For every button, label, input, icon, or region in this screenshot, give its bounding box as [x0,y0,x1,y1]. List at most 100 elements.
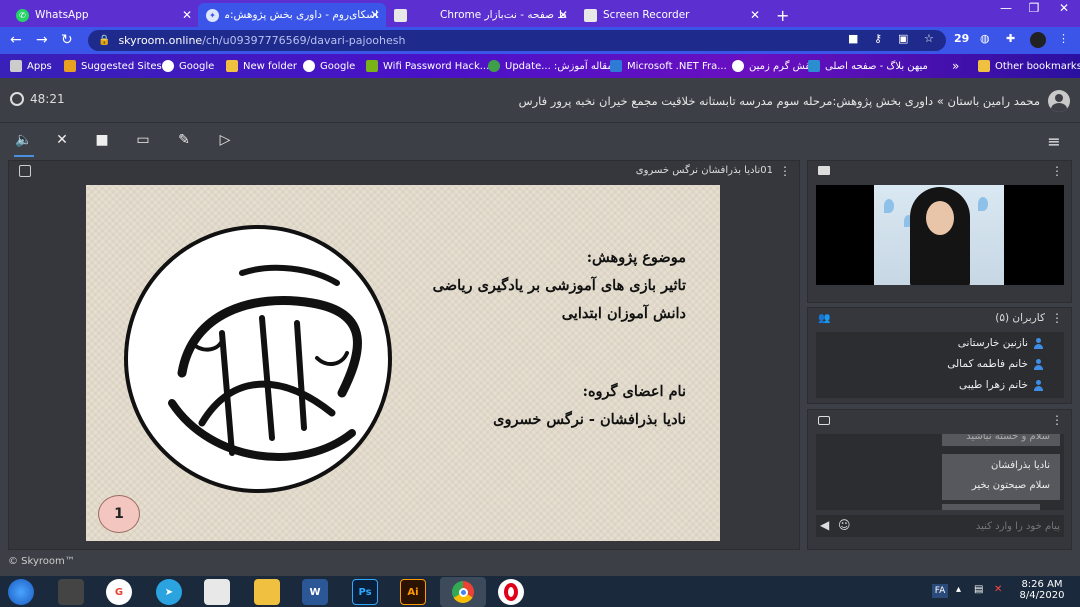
document-app-icon[interactable] [204,579,230,605]
tab-screen-recorder[interactable]: Screen Recorder ✕ [576,3,766,27]
earth-site-icon [732,60,744,72]
tab-label: Chrome ضبط صفحه - نت‌بازار [440,9,566,21]
bookmark-google[interactable]: Google [162,58,214,74]
chat-sender: نادیا بذرافشان [990,460,1050,471]
file-explorer-icon[interactable] [254,579,280,605]
calligraphy-logo [124,225,392,493]
camera-icon[interactable]: ■ [848,32,858,45]
bookmark-mihanblog[interactable]: میهن بلاگ - صفحه اصلی [808,58,928,74]
tab-screen-capture[interactable]: Chrome ضبط صفحه - نت‌بازار ✕ [432,3,574,27]
chat-text: سلام صبحتون بخیر [971,480,1050,491]
close-icon[interactable]: ✕ [370,8,380,22]
close-icon[interactable]: ✕ [558,8,568,22]
start-button[interactable] [8,579,34,605]
panel-menu-icon[interactable]: ⋮ [1051,413,1063,427]
bookmark-earth[interactable]: نقش گرم زمین [732,58,813,74]
tab-skyroom[interactable]: ✦ اسکای‌روم - داوری بخش پژوهش:مر ✕ [198,3,386,27]
slide-topic-line-1: تاثیر بازی های آموزشی بر یادگیری ریاضی [432,277,686,294]
maximize-icon[interactable]: ❐ [1020,0,1048,20]
word-icon[interactable]: W [302,579,328,605]
user-avatar-icon[interactable] [1048,90,1070,112]
back-icon[interactable]: ← [10,32,22,48]
reload-icon[interactable]: ↻ [61,32,73,48]
google-icon [303,60,315,72]
page-icon [394,8,407,22]
browser-tab-strip: ✆ WhatsApp ✕ ✦ اسکای‌روم - داوری بخش پژو… [0,0,1080,27]
presentation-icon[interactable]: ▷ [215,132,235,150]
tab-label: WhatsApp [35,9,89,21]
fullscreen-icon[interactable] [19,165,31,177]
users-title: کاربران (۵) [995,312,1045,324]
active-tool-indicator [14,155,34,157]
network-icon[interactable]: ▤ [974,584,983,595]
panel-menu-icon[interactable]: ⋮ [1051,164,1063,178]
puzzle-icon[interactable]: ✚ [1006,32,1015,45]
language-indicator[interactable]: FA [932,584,948,598]
more-bookmarks-button[interactable]: » [952,58,959,74]
translate-icon[interactable]: ▣ [898,32,908,45]
webcam-icon[interactable]: ■ [92,132,112,150]
bookmark-other[interactable]: Other bookmarks [978,58,1080,74]
url-input[interactable]: 🔒 skyroom.online/ch/u09397776569/davari-… [88,30,946,51]
mihanblog-icon [808,60,820,72]
volume-icon[interactable]: ✕ [994,584,1002,595]
illustrator-icon[interactable]: Ai [400,579,426,605]
telegram-icon[interactable]: ➤ [156,579,182,605]
panel-menu-icon[interactable]: ⋮ [1051,311,1063,325]
extension-badge[interactable]: 29 [954,32,969,45]
wifi-site-icon [366,60,378,72]
screen-share-icon[interactable]: ▭ [133,132,153,150]
forward-icon[interactable]: → [36,32,48,48]
profile-avatar[interactable] [1030,32,1046,48]
chrome-taskbar-button[interactable] [440,577,486,607]
timer-text: 48:21 [30,92,65,106]
google-app-icon[interactable]: G [106,579,132,605]
bookmark-wifi[interactable]: Wifi Password Hack... [366,58,489,74]
brush-icon[interactable]: ✎ [174,132,194,150]
chrome-icon [452,581,474,603]
globe-icon[interactable]: ◍ [980,32,990,45]
opera-icon[interactable] [498,579,524,605]
bookmark-new-folder[interactable]: New folder [226,58,297,74]
bookmark-apps[interactable]: Apps [10,58,52,74]
photoshop-icon[interactable]: Ps [352,579,378,605]
minimize-icon[interactable]: — [992,0,1020,20]
panel-menu-icon[interactable]: ⋮ [779,164,791,178]
whatsapp-icon: ✆ [16,8,29,22]
chat-input[interactable] [856,517,1060,535]
slide-members-names: نادیا بذرافشان - نرگس خسروی [493,411,686,428]
new-tab-button[interactable]: + [768,3,792,27]
list-item[interactable]: خانم فاطمه کمالی [947,358,1044,370]
menu-icon[interactable]: ⋮ [1058,32,1069,45]
slide-members-heading: نام اعضای گروه: [582,383,686,400]
star-icon[interactable]: ☆ [924,32,934,45]
copyright-text: © Skyroom™ [8,556,75,567]
tray-expand-icon[interactable]: ▴ [956,584,961,595]
list-item[interactable]: خانم زهرا طیبی [959,379,1044,391]
bookmark-dotnet[interactable]: Microsoft .NET Fra... [610,58,727,74]
speaker-icon[interactable]: 🔈 [14,132,34,150]
slide-canvas: موضوع پژوهش: تاثیر بازی های آموزشی بر یا… [86,185,720,541]
bookmark-google-2[interactable]: Google [303,58,355,74]
emoji-icon[interactable]: ☺ [838,518,851,532]
folder-icon [226,60,238,72]
slide-page-number: 1 [98,495,140,533]
tab-whatsapp[interactable]: ✆ WhatsApp ✕ [8,3,198,27]
send-icon[interactable]: ◀ [820,518,829,532]
bookmark-suggested-sites[interactable]: Suggested Sites [64,58,162,74]
list-item[interactable]: نازنین خارستانی [958,337,1044,349]
tab-pinned[interactable] [386,3,426,27]
close-window-icon[interactable]: ✕ [1050,0,1078,20]
close-icon[interactable]: ✕ [750,8,760,22]
microphone-muted-icon[interactable]: ✕ [52,132,72,150]
room-toolbar: 🔈 ✕ ■ ▭ ✎ ▷ ≡ [0,124,1080,158]
user-icon [1033,379,1044,391]
bookmarks-bar: Apps Suggested Sites Google New folder G… [0,54,1080,78]
hamburger-menu-icon[interactable]: ≡ [1044,132,1064,151]
bookmark-update[interactable]: Update... :مقاله آموزش [488,58,613,74]
taskbar-clock[interactable]: 8:26 AM 8/4/2020 [1018,579,1066,601]
key-icon[interactable]: ⚷ [874,32,882,45]
close-icon[interactable]: ✕ [182,8,192,22]
user-icon [1033,358,1044,370]
game-app-icon[interactable] [58,579,84,605]
